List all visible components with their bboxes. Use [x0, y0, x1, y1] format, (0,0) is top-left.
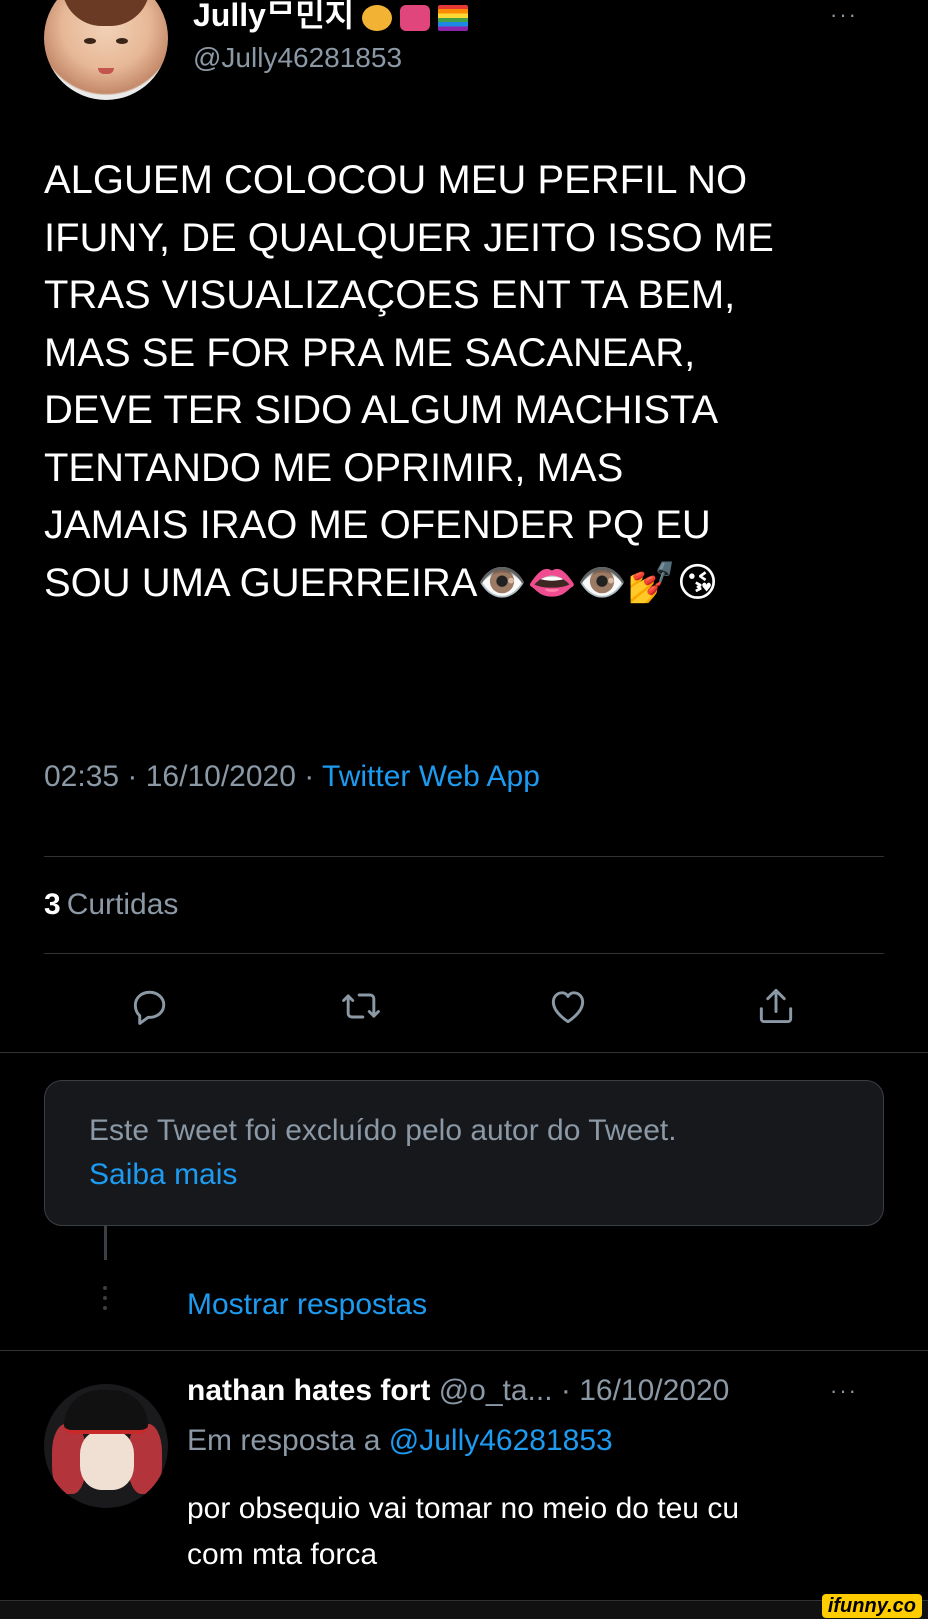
like-button[interactable] [544, 982, 592, 1030]
author-name[interactable]: Jullyᄆ민지 [193, 0, 469, 36]
reply-icon [133, 990, 166, 1025]
deleted-tweet-notice: Este Tweet foi excluído pelo autor do Tw… [44, 1080, 884, 1226]
likes-stat[interactable]: 3 Curtidas [44, 888, 178, 922]
avatar-hat [64, 1390, 148, 1434]
reply-handle-date[interactable]: @o_ta... · 16/10/2020 [439, 1374, 730, 1407]
show-replies-link[interactable]: Mostrar respostas [187, 1288, 427, 1322]
likes-label: Curtidas [66, 888, 179, 921]
retweet-icon [342, 993, 380, 1019]
more-options-icon[interactable]: ··· [830, 2, 858, 28]
reply-author-name[interactable]: nathan hates fort [187, 1374, 430, 1407]
retweet-button[interactable] [337, 982, 385, 1030]
in-reply-to-prefix: Em resposta a [187, 1424, 381, 1457]
rainbow-flag-emoji-icon [438, 4, 469, 31]
in-reply-to: Em resposta a @Jully46281853 [187, 1424, 613, 1458]
section-divider [0, 1350, 928, 1351]
reply-more-options-icon[interactable]: ··· [830, 1378, 858, 1404]
reply-button[interactable] [126, 982, 174, 1030]
thread-connector [104, 1226, 107, 1260]
bottom-bar [0, 1600, 928, 1619]
tweet-text: ALGUEM COLOCOU MEU PERFIL NO IFUNY, DE Q… [44, 158, 774, 605]
tweet-source-link[interactable]: Twitter Web App [322, 760, 540, 793]
avatar-mouth [98, 68, 114, 74]
tweet-meta: 02:35 · 16/10/2020 · Twitter Web App [44, 760, 540, 794]
divider [44, 856, 884, 857]
learn-more-link[interactable]: Saiba mais [89, 1153, 839, 1197]
share-button[interactable] [752, 982, 800, 1030]
like-icon [551, 991, 585, 1024]
likes-count: 3 [44, 888, 61, 921]
avatar-eye-right [116, 38, 128, 44]
tweet-date: 16/10/2020 [145, 760, 296, 793]
author-avatar[interactable] [44, 0, 168, 100]
heart-arrow-emoji-icon [400, 4, 431, 31]
reply-author-avatar[interactable] [44, 1384, 168, 1508]
thread-dots-icon [98, 1286, 112, 1316]
section-divider [0, 1052, 928, 1053]
ifunny-watermark: ifunny.co [821, 1594, 922, 1618]
author-handle[interactable]: @Jully46281853 [193, 42, 402, 74]
heart-eyes-emoji-icon [362, 4, 393, 31]
deleted-tweet-text: Este Tweet foi excluído pelo autor do Tw… [89, 1114, 677, 1147]
tweet-time: 02:35 [44, 760, 120, 793]
reply-header: nathan hates fort @o_ta... · 16/10/2020 [187, 1374, 729, 1408]
author-name-text: Jullyᄆ민지 [193, 0, 355, 33]
reply-text: por obsequio vai tomar no meio do teu cu… [187, 1492, 739, 1571]
share-icon [759, 988, 793, 1024]
meta-separator: · [119, 760, 146, 793]
avatar-hair [62, 0, 150, 26]
meta-separator: · [295, 760, 323, 793]
avatar-face [80, 1430, 134, 1490]
in-reply-to-mention[interactable]: @Jully46281853 [389, 1424, 613, 1457]
divider [44, 953, 884, 954]
avatar-eye-left [84, 38, 96, 44]
